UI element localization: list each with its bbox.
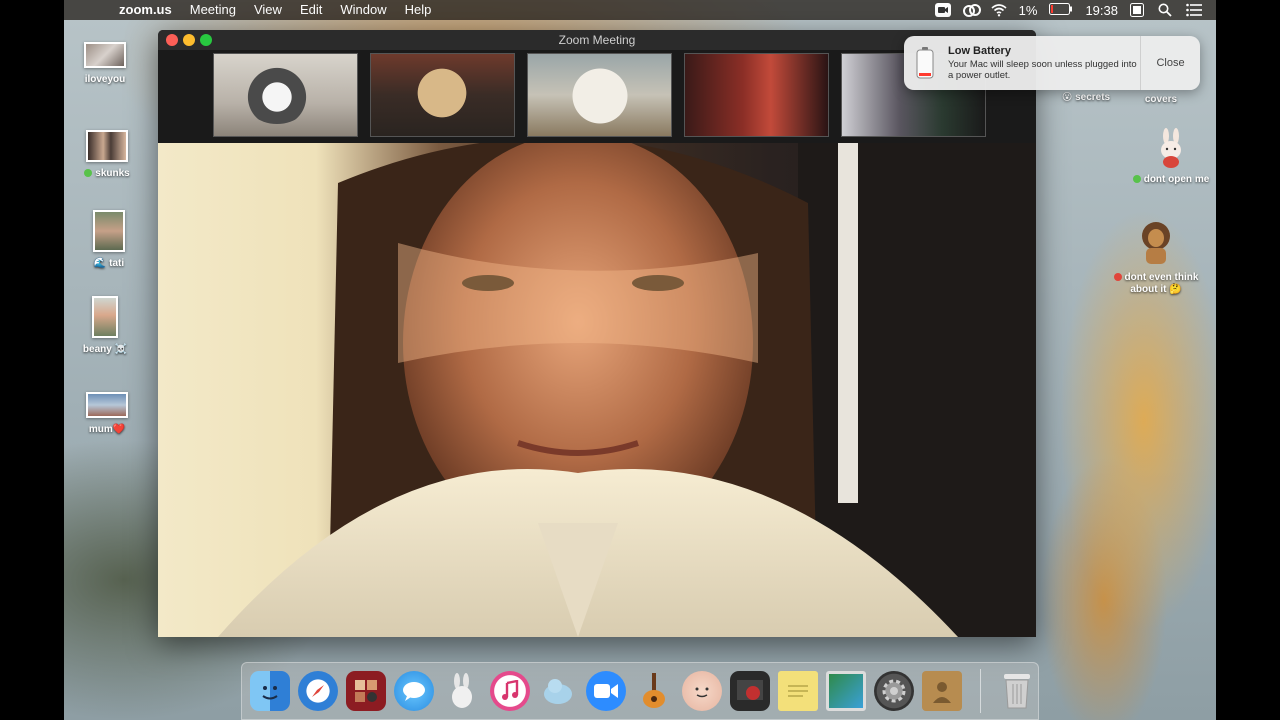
menu-window[interactable]: Window (331, 0, 395, 20)
active-speaker-video[interactable] (158, 143, 1036, 637)
terrier-video-content (566, 60, 634, 132)
active-speaker-video-frame (218, 143, 1036, 637)
notification-message: Your Mac will sleep soon unless plugged … (948, 59, 1137, 81)
image-thumbnail (93, 210, 125, 252)
green-tag-dot (84, 169, 93, 178)
desktop-item-skunks[interactable]: skunks (64, 130, 152, 179)
husky-video-content (242, 64, 312, 124)
desktop-item-dont-even-think-about-it[interactable]: dont even think about it 🤔 (1106, 218, 1206, 296)
face-emoji: 😮 (1061, 92, 1073, 103)
desktop-item-label: beany (82, 344, 112, 355)
photo-app-icon[interactable] (730, 671, 770, 711)
participant-gallery-strip (213, 53, 986, 139)
menu-help[interactable]: Help (396, 0, 441, 20)
participant-video-tile[interactable] (370, 53, 515, 137)
image-thumbnail (86, 392, 128, 418)
finder-icon[interactable] (250, 671, 290, 711)
low-battery-notification[interactable]: Low Battery Your Mac will sleep soon unl… (904, 36, 1200, 90)
desktop-item-label: skunks (95, 168, 130, 179)
desktop-item-mum[interactable]: mum❤️ (64, 392, 152, 435)
menu-edit[interactable]: Edit (291, 0, 331, 20)
desktop: zoom.us Meeting View Edit Window Help 1%… (64, 0, 1216, 720)
desktop-item-beany[interactable]: beany ☠️ (64, 296, 150, 355)
zoom-status-icon[interactable] (934, 3, 951, 17)
desktop-item-iloveyou[interactable]: iloveyou (64, 42, 150, 85)
heart-emoji: ❤️ (112, 424, 126, 435)
menu-bar: zoom.us Meeting View Edit Window Help 1%… (64, 0, 1216, 20)
user-switcher-icon[interactable] (1130, 3, 1146, 17)
participant-video-tile[interactable] (527, 53, 672, 137)
zoom-meeting-window: Zoom Meeting (158, 30, 1036, 637)
battery-icon[interactable] (1049, 2, 1073, 18)
seal-app-icon[interactable] (538, 671, 578, 711)
bunny-thumbnail (1157, 128, 1185, 168)
menu-meeting[interactable]: Meeting (181, 0, 245, 20)
menu-view[interactable]: View (245, 0, 291, 20)
safari-icon[interactable] (298, 671, 338, 711)
system-preferences-icon[interactable] (874, 671, 914, 711)
zoom-icon[interactable] (586, 671, 626, 711)
creative-cloud-icon[interactable] (962, 3, 981, 17)
desktop-item-label: dont even think about it (1124, 272, 1199, 295)
battery-warning-icon (904, 36, 946, 90)
trash-icon[interactable] (997, 671, 1037, 711)
contacts-icon[interactable] (922, 671, 962, 711)
dock-separator (980, 669, 981, 713)
desktop-item-label: iloveyou (84, 74, 126, 85)
notification-title: Low Battery (948, 45, 1011, 57)
desktop-item-tati[interactable]: 🌊 tati (64, 210, 154, 269)
desktop-item-label: dont open me (1143, 174, 1210, 185)
desktop-item-label: secrets (1075, 92, 1111, 103)
photo-booth-icon[interactable] (346, 671, 386, 711)
wave-emoji: 🌊 (93, 258, 107, 269)
battery-percent[interactable]: 1% (1019, 3, 1038, 18)
desktop-item-label: mum (88, 424, 113, 435)
rabbit-app-icon[interactable] (442, 671, 482, 711)
garageband-icon[interactable] (634, 671, 674, 711)
image-thumbnail (92, 296, 118, 338)
window-minimize-button[interactable] (183, 34, 195, 46)
thinking-emoji: 🤔 (1169, 284, 1182, 295)
desktop-item-label: covers (1144, 94, 1178, 105)
preview-icon[interactable] (826, 671, 866, 711)
messages-icon[interactable] (394, 671, 434, 711)
desktop-item-label: tati (109, 258, 125, 269)
image-thumbnail (84, 42, 126, 68)
poodle-video-content (411, 62, 473, 124)
participant-video-tile[interactable] (684, 53, 829, 137)
window-maximize-button[interactable] (200, 34, 212, 46)
lion-thumbnail (1134, 218, 1178, 266)
participant-video-tile[interactable] (213, 53, 358, 137)
desktop-item-covers[interactable]: covers (1116, 88, 1206, 105)
itunes-icon[interactable] (490, 671, 530, 711)
spotlight-search-icon[interactable] (1158, 3, 1174, 17)
dock (241, 662, 1039, 720)
menu-app[interactable]: zoom.us (110, 0, 181, 20)
skull-emoji: ☠️ (114, 344, 128, 355)
desktop-item-dont-open-me[interactable]: dont open me (1116, 128, 1216, 185)
notification-center-icon[interactable] (1186, 3, 1202, 17)
avatar-app-icon[interactable] (682, 671, 722, 711)
notification-close-button[interactable]: Close (1140, 36, 1200, 90)
green-tag-dot (1132, 175, 1141, 184)
window-close-button[interactable] (166, 34, 178, 46)
menu-clock[interactable]: 19:38 (1085, 3, 1118, 18)
image-thumbnail (86, 130, 128, 162)
wifi-icon[interactable] (991, 3, 1007, 17)
red-tag-dot (1113, 273, 1122, 282)
stickies-icon[interactable] (778, 671, 818, 711)
